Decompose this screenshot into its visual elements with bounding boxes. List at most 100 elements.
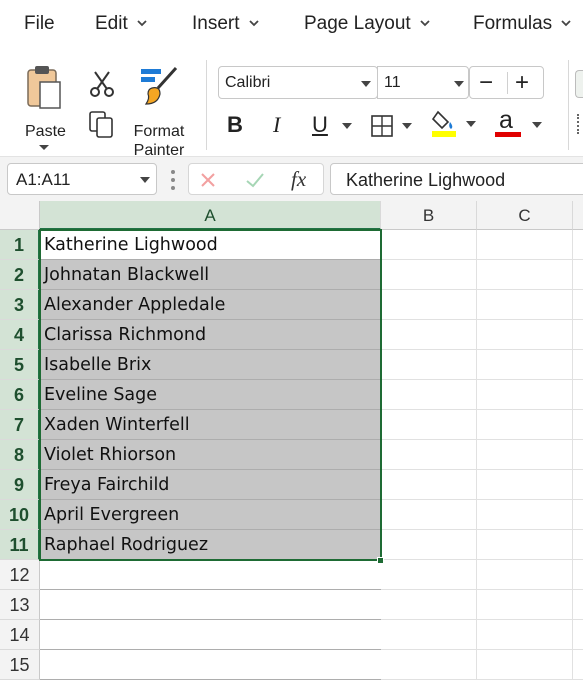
row-header[interactable]: 12 — [0, 560, 40, 590]
cell-d14[interactable] — [573, 620, 583, 650]
column-header-d[interactable] — [573, 201, 583, 230]
cell-b2[interactable] — [381, 260, 477, 290]
cell-a2[interactable]: Johnatan Blackwell — [40, 260, 381, 290]
row-header[interactable]: 3 — [0, 290, 40, 320]
decrease-font-size-button[interactable]: − — [479, 67, 493, 98]
cell-a9[interactable]: Freya Fairchild — [40, 470, 381, 500]
cell-c14[interactable] — [477, 620, 573, 650]
menu-page-layout[interactable]: Page Layout — [304, 13, 430, 35]
cell-a12[interactable] — [40, 560, 381, 590]
column-header-a[interactable]: A — [40, 201, 381, 230]
cell-d10[interactable] — [573, 500, 583, 530]
column-header-b[interactable]: B — [381, 201, 477, 230]
italic-button[interactable]: I — [273, 112, 280, 138]
cell-b11[interactable] — [381, 530, 477, 560]
drag-handle-icon[interactable] — [170, 169, 176, 191]
cell-a7[interactable]: Xaden Winterfell — [40, 410, 381, 440]
cell-a15[interactable] — [40, 650, 381, 680]
font-name-select[interactable]: Calibri — [218, 66, 378, 99]
cell-d4[interactable] — [573, 320, 583, 350]
row-header[interactable]: 8 — [0, 440, 40, 470]
font-color-button[interactable]: a — [492, 106, 548, 142]
row-header[interactable]: 15 — [0, 650, 40, 680]
cell-b15[interactable] — [381, 650, 477, 680]
cell-c5[interactable] — [477, 350, 573, 380]
menu-edit[interactable]: Edit — [95, 13, 147, 35]
row-header[interactable]: 1 — [0, 230, 40, 260]
cell-c15[interactable] — [477, 650, 573, 680]
font-size-select[interactable]: 11 — [377, 66, 469, 99]
row-header[interactable]: 6 — [0, 380, 40, 410]
cell-c6[interactable] — [477, 380, 573, 410]
format-painter-button[interactable]: Format Painter — [128, 60, 190, 159]
row-header[interactable]: 4 — [0, 320, 40, 350]
name-box[interactable]: A1:A11 — [7, 163, 157, 195]
cell-a11[interactable]: Raphael Rodriguez — [40, 530, 381, 560]
cell-d13[interactable] — [573, 590, 583, 620]
scissors-icon[interactable] — [89, 70, 115, 98]
cell-b3[interactable] — [381, 290, 477, 320]
cell-b9[interactable] — [381, 470, 477, 500]
cell-d12[interactable] — [573, 560, 583, 590]
cell-c8[interactable] — [477, 440, 573, 470]
column-header-c[interactable]: C — [477, 201, 573, 230]
cell-d8[interactable] — [573, 440, 583, 470]
cancel-icon[interactable] — [199, 171, 217, 189]
menu-file[interactable]: File — [24, 13, 55, 35]
cell-a1[interactable]: Katherine Lighwood — [40, 230, 381, 260]
cell-d3[interactable] — [573, 290, 583, 320]
cell-a3[interactable]: Alexander Appledale — [40, 290, 381, 320]
menu-insert[interactable]: Insert — [192, 13, 259, 35]
cell-c11[interactable] — [477, 530, 573, 560]
formula-input[interactable]: Katherine Lighwood — [330, 163, 583, 195]
cell-c9[interactable] — [477, 470, 573, 500]
cell-d1[interactable] — [573, 230, 583, 260]
cell-b1[interactable] — [381, 230, 477, 260]
cell-b10[interactable] — [381, 500, 477, 530]
cell-c1[interactable] — [477, 230, 573, 260]
cell-a14[interactable] — [40, 620, 381, 650]
row-header[interactable]: 11 — [0, 530, 40, 560]
cell-b13[interactable] — [381, 590, 477, 620]
menu-formulas[interactable]: Formulas — [473, 13, 571, 35]
bold-button[interactable]: B — [227, 112, 243, 138]
row-header[interactable]: 14 — [0, 620, 40, 650]
row-header[interactable]: 13 — [0, 590, 40, 620]
cell-d7[interactable] — [573, 410, 583, 440]
cell-c4[interactable] — [477, 320, 573, 350]
cell-a4[interactable]: Clarissa Richmond — [40, 320, 381, 350]
cell-d11[interactable] — [573, 530, 583, 560]
cell-a10[interactable]: April Evergreen — [40, 500, 381, 530]
row-header[interactable]: 10 — [0, 500, 40, 530]
row-header[interactable]: 5 — [0, 350, 40, 380]
row-header[interactable]: 9 — [0, 470, 40, 500]
cell-d9[interactable] — [573, 470, 583, 500]
row-header[interactable]: 2 — [0, 260, 40, 290]
cell-b7[interactable] — [381, 410, 477, 440]
select-all-corner[interactable] — [0, 201, 40, 230]
enter-check-icon[interactable] — [245, 171, 265, 189]
cell-b14[interactable] — [381, 620, 477, 650]
cell-a6[interactable]: Eveline Sage — [40, 380, 381, 410]
paste-button[interactable]: Paste — [22, 60, 68, 158]
cell-b8[interactable] — [381, 440, 477, 470]
cell-a8[interactable]: Violet Rhiorson — [40, 440, 381, 470]
cell-a13[interactable] — [40, 590, 381, 620]
increase-font-size-button[interactable]: + — [515, 67, 529, 98]
cell-a5[interactable]: Isabelle Brix — [40, 350, 381, 380]
cell-b6[interactable] — [381, 380, 477, 410]
cell-d15[interactable] — [573, 650, 583, 680]
cell-c3[interactable] — [477, 290, 573, 320]
cell-c12[interactable] — [477, 560, 573, 590]
cell-b5[interactable] — [381, 350, 477, 380]
cell-c13[interactable] — [477, 590, 573, 620]
insert-function-button[interactable]: fx — [291, 167, 306, 192]
underline-button[interactable]: U — [310, 110, 356, 142]
row-header[interactable]: 7 — [0, 410, 40, 440]
cell-d2[interactable] — [573, 260, 583, 290]
cell-c2[interactable] — [477, 260, 573, 290]
cell-c10[interactable] — [477, 500, 573, 530]
fill-handle[interactable] — [377, 557, 384, 564]
cell-d6[interactable] — [573, 380, 583, 410]
cell-b12[interactable] — [381, 560, 477, 590]
